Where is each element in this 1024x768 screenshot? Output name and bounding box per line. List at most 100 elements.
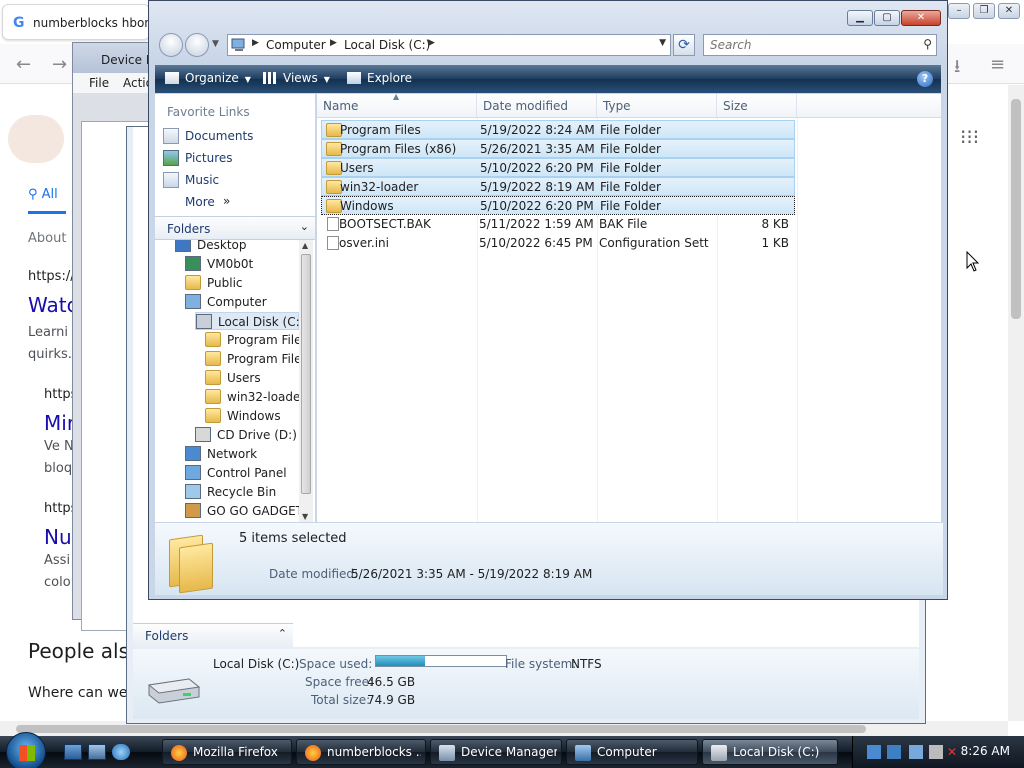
- help-button[interactable]: ?: [917, 71, 933, 87]
- computer-folders-header[interactable]: Folders ⌃: [133, 623, 293, 647]
- volume-muted-icon[interactable]: ✕: [947, 745, 961, 759]
- clock[interactable]: 8:26 AM: [961, 744, 1010, 758]
- network-status-icon[interactable]: [909, 745, 923, 759]
- tree-item[interactable]: Public: [185, 274, 299, 292]
- column-divider: [797, 118, 798, 522]
- taskbar-button[interactable]: Mozilla Firefox: [162, 739, 292, 765]
- tree-item[interactable]: Network: [185, 445, 299, 463]
- tree-item[interactable]: CD Drive (D:): [195, 426, 299, 444]
- breadcrumb-local-disk[interactable]: Local Disk (C:): [344, 38, 430, 52]
- tab-all[interactable]: ⚲ All: [28, 187, 58, 202]
- minimize-button[interactable]: –: [948, 3, 970, 19]
- file-row[interactable]: osver.ini 5/10/2022 6:45 PM Configuration …: [321, 234, 795, 253]
- column-header-name[interactable]: ▲ Name: [317, 92, 477, 118]
- explore-button[interactable]: Explore: [347, 71, 412, 85]
- scrollbar-thumb[interactable]: [301, 254, 311, 494]
- views-button[interactable]: Views ▼: [263, 71, 330, 85]
- download-icon[interactable]: ⭳: [954, 54, 960, 84]
- folders-header[interactable]: Folders ⌄: [155, 216, 315, 240]
- vertical-scrollbar[interactable]: [1008, 85, 1024, 721]
- favorite-link-more[interactable]: More »: [161, 192, 311, 212]
- column-header-date-modified[interactable]: Date modified: [477, 94, 597, 118]
- tree-item-label: Program File: [227, 333, 299, 347]
- taskbar-button[interactable]: numberblocks ...: [296, 739, 426, 765]
- menu-icon[interactable]: ≡: [990, 54, 1005, 75]
- search-box[interactable]: ⚲: [703, 34, 937, 56]
- result-link[interactable]: Mir: [44, 411, 75, 435]
- breadcrumb-separator-icon[interactable]: ▶: [252, 38, 259, 48]
- result-link[interactable]: Watc: [28, 293, 78, 317]
- search-icon[interactable]: ⚲: [923, 37, 932, 51]
- tree-item[interactable]: Program File: [205, 331, 299, 349]
- taskbar-button[interactable]: Local Disk (C:): [702, 739, 838, 765]
- breadcrumb-separator-icon[interactable]: ▶: [428, 38, 435, 48]
- favorite-link-pictures[interactable]: Pictures: [161, 148, 311, 168]
- file-row[interactable]: win32-loader 5/19/2022 8:19 AM File Folder: [321, 177, 795, 196]
- forward-arrow-icon[interactable]: →: [52, 54, 67, 75]
- favorite-link-music[interactable]: Music: [161, 170, 311, 190]
- close-button[interactable]: ✕: [901, 10, 941, 26]
- forward-button[interactable]: [185, 33, 209, 57]
- taskbar-button[interactable]: Device Manager: [430, 739, 562, 765]
- apps-grid-icon[interactable]: ⁝⁝⁝: [960, 125, 979, 149]
- scroll-down-icon[interactable]: ▼: [302, 512, 308, 521]
- tree-item[interactable]: Local Disk (C:): [195, 312, 299, 330]
- chevron-down-icon[interactable]: ⌄: [300, 220, 309, 233]
- organize-button[interactable]: Organize ▼: [165, 71, 251, 85]
- column-header-size[interactable]: Size: [717, 94, 797, 118]
- recent-pages-dropdown-icon[interactable]: ▼: [212, 39, 219, 49]
- maximize-button[interactable]: ❐: [973, 3, 995, 19]
- menu-file[interactable]: File: [89, 76, 109, 90]
- file-name: Program Files: [340, 123, 421, 137]
- scrollbar-thumb[interactable]: [16, 725, 866, 733]
- folder-tree-scrollbar[interactable]: ▲ ▼: [299, 240, 313, 522]
- breadcrumb-computer[interactable]: Computer: [266, 38, 326, 52]
- refresh-button[interactable]: ⟳: [673, 34, 695, 56]
- address-dropdown-icon[interactable]: ▼: [659, 38, 666, 48]
- google-doodle-logo[interactable]: [8, 115, 64, 163]
- column-header-type[interactable]: Type: [597, 94, 717, 118]
- file-row[interactable]: BOOTSECT.BAK 5/11/2022 1:59 AM BAK File 8 K…: [321, 215, 795, 234]
- drive-name: Local Disk (C:): [213, 657, 300, 671]
- favorite-link-documents[interactable]: Documents: [161, 126, 311, 146]
- breadcrumb-separator-icon[interactable]: ▶: [330, 38, 337, 48]
- file-row[interactable]: Windows 5/10/2022 6:20 PM File Folder: [321, 196, 795, 215]
- people-also-ask-item[interactable]: Where can we: [28, 685, 128, 701]
- search-input[interactable]: [704, 35, 914, 55]
- file-row[interactable]: Program Files (x86) 5/26/2021 3:35 AM File…: [321, 139, 795, 158]
- close-button[interactable]: ✕: [998, 3, 1020, 19]
- tree-item[interactable]: Control Panel: [185, 464, 299, 482]
- tab-all-label: All: [41, 187, 58, 202]
- show-desktop-icon[interactable]: [64, 744, 82, 760]
- taskbar-button[interactable]: Computer: [566, 739, 698, 765]
- volume-icon[interactable]: [929, 745, 943, 759]
- tree-item[interactable]: Desktop: [175, 240, 299, 254]
- tree-item[interactable]: GO GO GADGET: [185, 502, 299, 520]
- back-arrow-icon[interactable]: ←: [16, 54, 31, 75]
- maximize-button[interactable]: ▢: [874, 10, 900, 26]
- tree-item[interactable]: win32-loader: [205, 388, 299, 406]
- tree-item[interactable]: Computer: [185, 293, 299, 311]
- internet-explorer-icon[interactable]: [112, 744, 130, 760]
- display-icon[interactable]: [887, 745, 901, 759]
- tree-item[interactable]: Program File: [205, 350, 299, 368]
- tree-item[interactable]: VM0b0t: [185, 255, 299, 273]
- result-link[interactable]: Nu: [44, 525, 72, 549]
- folder-icon: [185, 275, 201, 290]
- file-row[interactable]: Users 5/10/2022 6:20 PM File Folder: [321, 158, 795, 177]
- tree-item[interactable]: Windows: [205, 407, 299, 425]
- address-bar[interactable]: ▶ Computer ▶ Local Disk (C:) ▶ ▼: [227, 34, 671, 56]
- chevron-up-icon[interactable]: ⌃: [278, 627, 287, 640]
- tree-item[interactable]: Users: [205, 369, 299, 387]
- back-button[interactable]: [159, 33, 183, 57]
- chevron-double-right-icon: »: [223, 194, 231, 208]
- tree-item[interactable]: Recycle Bin: [185, 483, 299, 501]
- minimize-button[interactable]: ▁: [847, 10, 873, 26]
- scroll-up-icon[interactable]: ▲: [302, 241, 308, 250]
- file-row[interactable]: Program Files 5/19/2022 8:24 AM File Folde…: [321, 120, 795, 139]
- scrollbar-thumb[interactable]: [1011, 99, 1021, 319]
- network-icon[interactable]: [867, 745, 881, 759]
- switch-windows-icon[interactable]: [88, 744, 106, 760]
- start-button[interactable]: [6, 732, 46, 768]
- browser-tab[interactable]: G numberblocks hboma: [2, 4, 150, 40]
